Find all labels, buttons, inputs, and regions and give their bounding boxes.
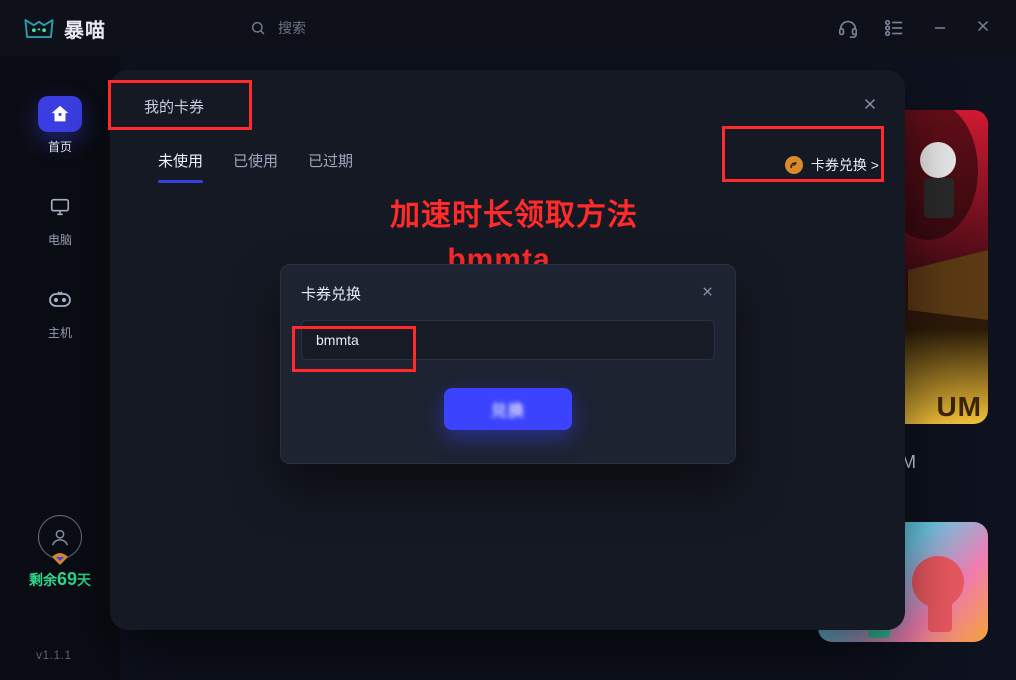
coupon-panel-title: 我的卡券 xyxy=(136,92,212,121)
exchange-label: 卡券兑换 > xyxy=(811,155,879,175)
nav-home[interactable]: 首页 xyxy=(38,96,82,155)
avatar-badge-icon xyxy=(52,552,68,564)
remain-days: 剩余69天 xyxy=(29,569,91,590)
close-window-icon[interactable] xyxy=(974,15,992,41)
avatar-icon xyxy=(38,515,82,559)
app-logo-icon xyxy=(22,15,56,41)
home-icon xyxy=(38,96,82,132)
search-placeholder: 搜索 xyxy=(278,18,306,38)
coupon-header: 我的卡券 xyxy=(136,92,879,121)
guide-line1: 加速时长领取方法 xyxy=(390,194,638,238)
console-icon xyxy=(38,282,82,318)
minimize-icon[interactable] xyxy=(928,16,952,40)
tabs-row: 未使用 已使用 已过期 卡券兑换 > xyxy=(136,145,879,185)
search-wrap[interactable]: 搜索 xyxy=(246,16,306,40)
monitor-icon xyxy=(38,189,82,225)
search-icon xyxy=(246,16,270,40)
exchange-coin-icon xyxy=(785,156,803,174)
coupon-tabs: 未使用 已使用 已过期 xyxy=(136,150,353,181)
coupon-panel: 我的卡券 未使用 已使用 已过期 卡券兑换 > 加速时长领取方法 bmmta 卡… xyxy=(110,70,905,630)
modal-header: 卡券兑换 xyxy=(301,283,715,304)
exchange-modal: 卡券兑换 兑换 xyxy=(280,264,736,464)
settings-list-icon[interactable] xyxy=(882,16,906,40)
avatar-wrap[interactable]: 剩余69天 xyxy=(29,515,91,590)
exchange-link[interactable]: 卡券兑换 > xyxy=(785,155,879,175)
logo-wrap: 暴喵 xyxy=(12,14,106,43)
exchange-code-input[interactable] xyxy=(301,320,715,360)
version-label: v1.1.1 xyxy=(36,648,72,662)
topbar: 暴喵 搜索 xyxy=(0,0,1016,56)
svg-text:UM: UM xyxy=(936,391,982,422)
confirm-label: 兑换 xyxy=(491,397,525,421)
tab-expired[interactable]: 已过期 xyxy=(308,150,353,181)
top-actions xyxy=(836,15,1004,41)
confirm-exchange-button[interactable]: 兑换 xyxy=(444,388,572,430)
modal-title: 卡券兑换 xyxy=(301,283,361,304)
modal-actions: 兑换 xyxy=(301,388,715,430)
brand-name: 暴喵 xyxy=(64,14,106,43)
nav-label: 电脑 xyxy=(48,231,72,248)
tab-unused[interactable]: 未使用 xyxy=(158,150,203,181)
nav-pc[interactable]: 电脑 xyxy=(38,189,82,248)
nav-label: 主机 xyxy=(48,324,72,341)
coupon-panel-close-icon[interactable] xyxy=(861,95,879,119)
nav-console[interactable]: 主机 xyxy=(38,282,82,341)
sidebar: 首页 电脑 主机 剩余69天 xyxy=(0,56,120,680)
nav-label: 首页 xyxy=(48,138,72,155)
tab-used[interactable]: 已使用 xyxy=(233,150,278,181)
modal-close-icon[interactable] xyxy=(700,283,715,304)
headset-icon[interactable] xyxy=(836,16,860,40)
